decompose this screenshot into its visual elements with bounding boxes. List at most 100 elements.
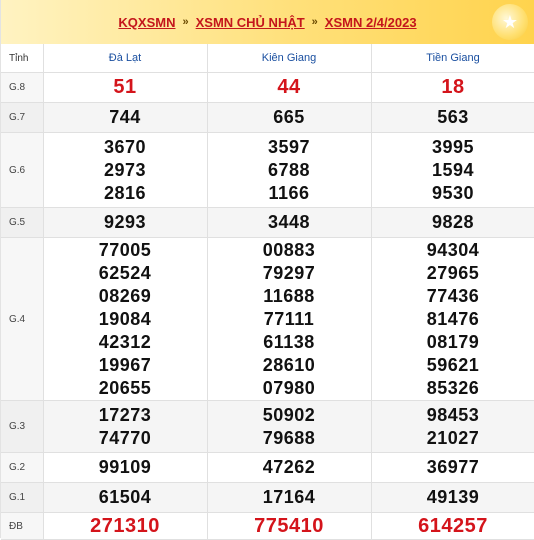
prize-number: 85326 xyxy=(372,377,534,400)
prize-cell: 359767881166 xyxy=(207,133,371,208)
prize-number: 19967 xyxy=(44,354,207,377)
prize-row: G.2991094726236977 xyxy=(1,453,534,483)
prize-row: G.1615041716449139 xyxy=(1,483,534,513)
prize-row: G.47700562524082691908442312199672065500… xyxy=(1,238,534,401)
prize-cell: 49139 xyxy=(371,483,534,513)
breadcrumb: KQXSMN » XSMN CHỦ NHẬT » XSMN 2/4/2023 xyxy=(118,15,416,30)
prize-number: 9828 xyxy=(372,211,534,234)
prize-row: ĐB271310775410614257 xyxy=(1,513,534,540)
prize-number: 77436 xyxy=(372,285,534,308)
prize-label: G.5 xyxy=(1,208,43,238)
prize-cell: 00883792971168877111611382861007980 xyxy=(207,238,371,401)
prize-number: 271310 xyxy=(44,515,207,538)
prize-label: G.4 xyxy=(1,238,43,401)
results-header: KQXSMN » XSMN CHỦ NHẬT » XSMN 2/4/2023 ★ xyxy=(1,0,534,44)
prize-number: 79688 xyxy=(208,427,371,450)
province-header[interactable]: Đà Lạt xyxy=(43,44,207,73)
prize-number: 9530 xyxy=(372,182,534,205)
prize-cell: 775410 xyxy=(207,513,371,540)
prize-number: 94304 xyxy=(372,239,534,262)
prize-number: 744 xyxy=(44,106,207,129)
prize-number: 1594 xyxy=(372,159,534,182)
prize-number: 36977 xyxy=(372,456,534,479)
prize-number: 665 xyxy=(208,106,371,129)
prize-cell: 9845321027 xyxy=(371,401,534,453)
prize-number: 08269 xyxy=(44,285,207,308)
prize-row: G.8514418 xyxy=(1,73,534,103)
breadcrumb-separator: » xyxy=(312,16,318,28)
prize-cell: 9828 xyxy=(371,208,534,238)
prize-number: 77111 xyxy=(208,308,371,331)
prize-cell: 614257 xyxy=(371,513,534,540)
prize-number: 9293 xyxy=(44,211,207,234)
prize-row: G.5929334489828 xyxy=(1,208,534,238)
prize-number: 74770 xyxy=(44,427,207,450)
breadcrumb-link-xsmn-chu-nhat[interactable]: XSMN CHỦ NHẬT xyxy=(196,15,305,30)
prize-number: 563 xyxy=(372,106,534,129)
lottery-results-panel: KQXSMN » XSMN CHỦ NHẬT » XSMN 2/4/2023 ★… xyxy=(0,0,534,538)
prize-number: 3995 xyxy=(372,136,534,159)
prize-number: 61504 xyxy=(44,486,207,509)
prize-number: 2816 xyxy=(44,182,207,205)
prize-number: 17273 xyxy=(44,404,207,427)
prize-row: G.6367029732816359767881166399515949530 xyxy=(1,133,534,208)
prize-cell: 1727374770 xyxy=(43,401,207,453)
province-header-row: Tỉnh Đà Lạt Kiên Giang Tiền Giang xyxy=(1,44,534,73)
prize-cell: 99109 xyxy=(43,453,207,483)
prize-cell: 51 xyxy=(43,73,207,103)
province-header[interactable]: Kiên Giang xyxy=(207,44,371,73)
prize-cell: 563 xyxy=(371,103,534,133)
prize-number: 775410 xyxy=(208,515,371,538)
prize-number: 21027 xyxy=(372,427,534,450)
prize-cell: 44 xyxy=(207,73,371,103)
province-header[interactable]: Tiền Giang xyxy=(371,44,534,73)
prize-number: 00883 xyxy=(208,239,371,262)
prize-cell: 271310 xyxy=(43,513,207,540)
prize-number: 79297 xyxy=(208,262,371,285)
prize-cell: 18 xyxy=(371,73,534,103)
prize-number: 3597 xyxy=(208,136,371,159)
prize-number: 6788 xyxy=(208,159,371,182)
prize-cell: 744 xyxy=(43,103,207,133)
prize-number: 11688 xyxy=(208,285,371,308)
breadcrumb-link-xsmn-date[interactable]: XSMN 2/4/2023 xyxy=(325,15,417,30)
prize-cell: 3448 xyxy=(207,208,371,238)
prize-number: 42312 xyxy=(44,331,207,354)
prize-number: 3448 xyxy=(208,211,371,234)
prize-cell: 77005625240826919084423121996720655 xyxy=(43,238,207,401)
prize-label: G.3 xyxy=(1,401,43,453)
prize-row: G.7744665563 xyxy=(1,103,534,133)
prize-label: G.2 xyxy=(1,453,43,483)
prize-number: 49139 xyxy=(372,486,534,509)
prize-label: ĐB xyxy=(1,513,43,540)
prize-number: 614257 xyxy=(372,515,534,538)
star-badge-icon: ★ xyxy=(492,4,528,40)
prize-number: 20655 xyxy=(44,377,207,400)
prize-number: 50902 xyxy=(208,404,371,427)
prize-number: 62524 xyxy=(44,262,207,285)
prize-number: 51 xyxy=(44,76,207,99)
prize-number: 07980 xyxy=(208,377,371,400)
prize-cell: 665 xyxy=(207,103,371,133)
results-table: Tỉnh Đà Lạt Kiên Giang Tiền Giang G.8514… xyxy=(1,44,534,540)
prize-cell: 367029732816 xyxy=(43,133,207,208)
prize-cell: 36977 xyxy=(371,453,534,483)
prize-number: 28610 xyxy=(208,354,371,377)
prize-number: 3670 xyxy=(44,136,207,159)
prize-number: 98453 xyxy=(372,404,534,427)
prize-number: 17164 xyxy=(208,486,371,509)
prize-number: 2973 xyxy=(44,159,207,182)
prize-label: G.7 xyxy=(1,103,43,133)
prize-label: G.8 xyxy=(1,73,43,103)
prize-number: 61138 xyxy=(208,331,371,354)
prize-cell: 47262 xyxy=(207,453,371,483)
results-body: G.8514418G.7744665563G.63670297328163597… xyxy=(1,73,534,540)
breadcrumb-separator: » xyxy=(182,16,188,28)
prize-number: 27965 xyxy=(372,262,534,285)
prize-number: 99109 xyxy=(44,456,207,479)
tinh-header: Tỉnh xyxy=(1,44,43,73)
prize-number: 18 xyxy=(372,76,534,99)
prize-label: G.1 xyxy=(1,483,43,513)
prize-number: 77005 xyxy=(44,239,207,262)
breadcrumb-link-kqxsmn[interactable]: KQXSMN xyxy=(118,15,175,30)
